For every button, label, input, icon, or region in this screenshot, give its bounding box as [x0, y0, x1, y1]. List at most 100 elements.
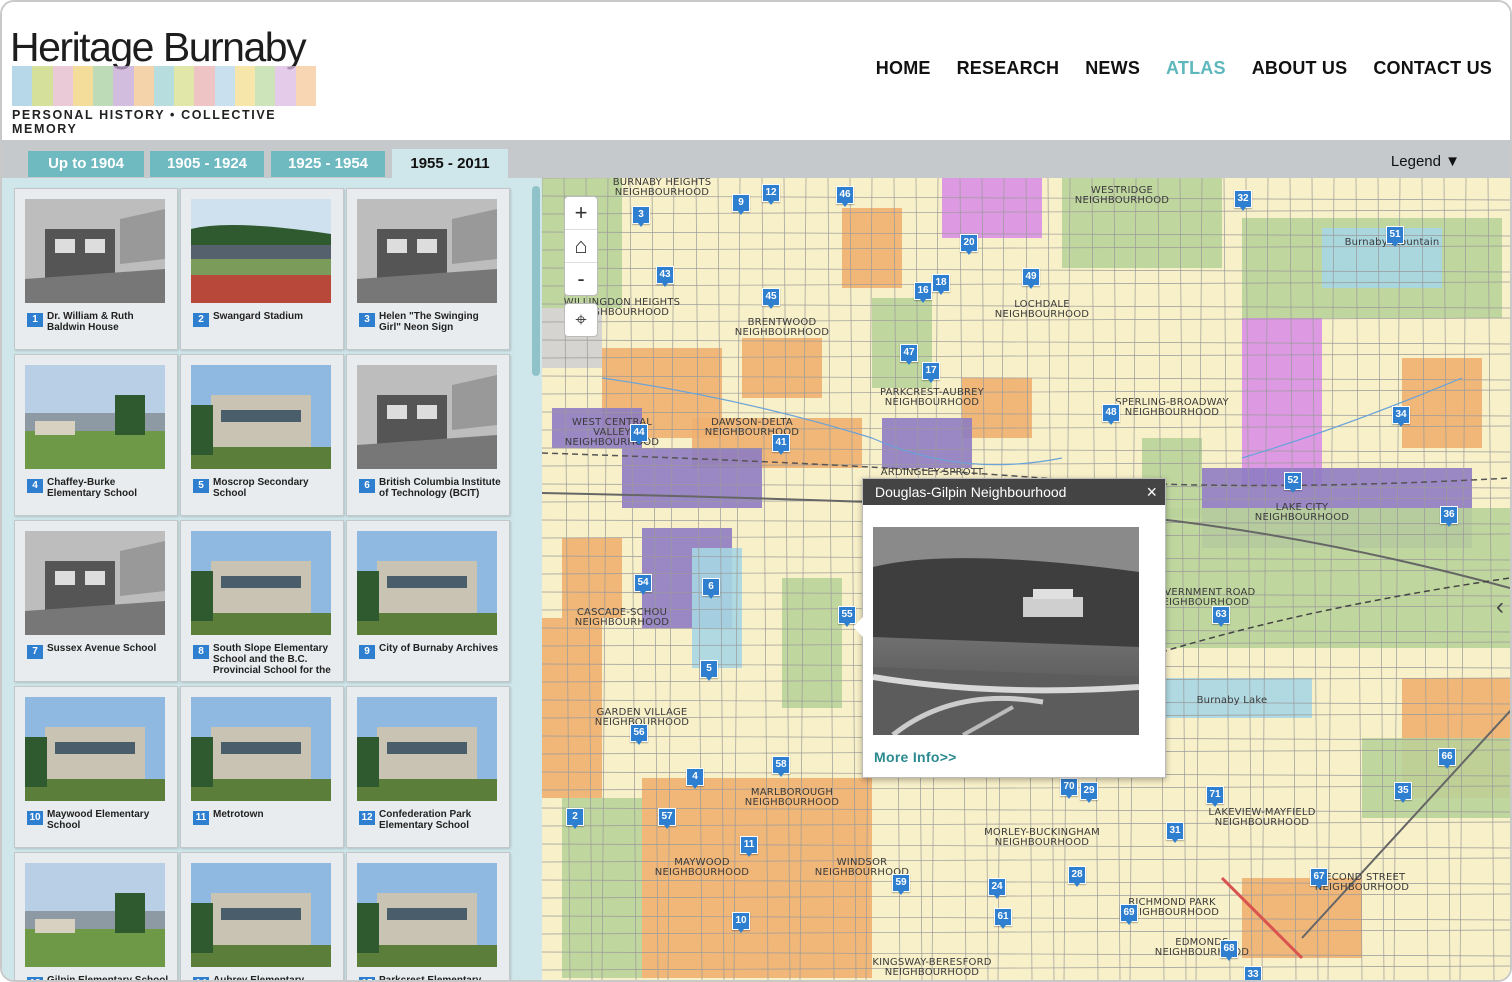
map-neighbourhood-label: LAKEVIEW-MAYFIELD NEIGHBOURHOOD	[1208, 807, 1316, 828]
map-marker-pin[interactable]: 34	[1392, 406, 1410, 427]
map-marker-pin[interactable]: 32	[1234, 190, 1252, 211]
chevron-left-icon[interactable]: ‹	[1496, 592, 1510, 622]
map-marker-pin[interactable]: 69	[1120, 904, 1138, 925]
map-marker-pin[interactable]: 36	[1440, 506, 1458, 527]
nav-contact-us[interactable]: CONTACT US	[1373, 58, 1492, 79]
map-marker-pin[interactable]: 3	[632, 206, 650, 227]
place-card[interactable]: 3 Helen "The Swinging Girl" Neon Sign	[346, 188, 510, 350]
more-info-link[interactable]: More Info>>	[874, 749, 957, 765]
tab-up-to-1904[interactable]: Up to 1904	[28, 151, 144, 177]
tab-1925-1954[interactable]: 1925 - 1954	[271, 151, 385, 177]
place-card[interactable]: 7 Sussex Avenue School	[14, 520, 178, 682]
map-marker-pin[interactable]: 49	[1022, 268, 1040, 289]
place-photo	[357, 697, 497, 801]
map-marker-pin[interactable]: 18	[932, 274, 950, 295]
place-card[interactable]: 1 Dr. William & Ruth Baldwin House	[14, 188, 178, 350]
map-marker-pin[interactable]: 12	[762, 184, 780, 205]
place-card[interactable]: 9 City of Burnaby Archives	[346, 520, 510, 682]
map-marker-pin[interactable]: 48	[1102, 404, 1120, 425]
map-marker-pin[interactable]: 56	[630, 724, 648, 745]
place-card[interactable]: 8 South Slope Elementary School and the B…	[180, 520, 344, 682]
map-marker-pin[interactable]: 58	[772, 756, 790, 777]
map-marker-pin[interactable]: 24	[988, 878, 1006, 899]
place-photo	[25, 199, 165, 303]
place-name: Helen "The Swinging Girl" Neon Sign	[379, 311, 479, 333]
map-marker-pin[interactable]: 4	[686, 768, 704, 789]
map-marker-pin[interactable]: 10	[732, 912, 750, 933]
map-marker-pin[interactable]: 43	[656, 266, 674, 287]
map-neighbourhood-label: Burnaby Lake	[1196, 695, 1268, 706]
map-marker-pin[interactable]: 51	[1386, 226, 1404, 247]
map-marker-pin[interactable]: 44	[630, 424, 648, 445]
place-number: 4	[27, 479, 43, 493]
nav-home[interactable]: HOME	[876, 58, 931, 79]
map-neighbourhood-label: KINGSWAY-BERESFORD NEIGHBOURHOOD	[872, 957, 992, 978]
map-marker-pin[interactable]: 59	[892, 874, 910, 895]
map-marker-pin[interactable]: 66	[1438, 748, 1456, 769]
map-marker-pin[interactable]: 35	[1394, 782, 1412, 803]
place-card[interactable]: 12 Confederation Park Elementary School	[346, 686, 510, 848]
map-marker-pin[interactable]: 5	[700, 660, 718, 681]
zoom-in-button[interactable]: +	[565, 197, 597, 230]
map-marker-pin[interactable]: 29	[1080, 782, 1098, 803]
map-marker-pin[interactable]: 6	[702, 578, 720, 599]
map-marker-pin[interactable]: 67	[1310, 868, 1328, 889]
place-card[interactable]: 6 British Columbia Institute of Technolog…	[346, 354, 510, 516]
map-neighbourhood-label: PARKCREST-AUBREY NEIGHBOURHOOD	[880, 387, 984, 408]
place-card[interactable]: 15 Parkcrest Elementary	[346, 852, 510, 980]
zoom-out-button[interactable]: -	[565, 263, 597, 295]
map-marker-pin[interactable]: 45	[762, 288, 780, 309]
map-marker-pin[interactable]: 20	[960, 234, 978, 255]
home-button[interactable]: ⌂	[565, 230, 597, 263]
map-marker-pin[interactable]: 47	[900, 344, 918, 365]
map-neighbourhood-label: BRENTWOOD NEIGHBOURHOOD	[734, 317, 830, 338]
tab-1905-1924[interactable]: 1905 - 1924	[150, 151, 264, 177]
site-logo[interactable]: Heritage Burnaby PERSONAL HISTORY • COLL…	[10, 24, 320, 136]
nav-research[interactable]: RESEARCH	[957, 58, 1060, 79]
locate-icon[interactable]: ⌖	[564, 303, 598, 337]
map-marker-pin[interactable]: 33	[1244, 966, 1262, 980]
place-name: Parkcrest Elementary	[379, 975, 503, 980]
map-marker-pin[interactable]: 57	[658, 808, 676, 829]
panel-scrollbar[interactable]	[532, 186, 540, 376]
nav-atlas[interactable]: ATLAS	[1166, 58, 1226, 79]
popup-pointer	[853, 617, 863, 637]
map-marker-pin[interactable]: 28	[1068, 866, 1086, 887]
map-marker-pin[interactable]: 17	[922, 362, 940, 383]
map-marker-pin[interactable]: 16	[914, 282, 932, 303]
tab-1955-2011[interactable]: 1955 - 2011	[392, 149, 508, 178]
map-neighbourhood-label: DAWSON-DELTA NEIGHBOURHOOD	[704, 417, 800, 438]
place-card[interactable]: 10 Maywood Elementary School	[14, 686, 178, 848]
map-marker-pin[interactable]: 41	[772, 434, 790, 455]
place-card[interactable]: 13 Gilpin Elementary School	[14, 852, 178, 980]
map-marker-pin[interactable]: 61	[994, 908, 1012, 929]
logo-tagline: PERSONAL HISTORY • COLLECTIVE MEMORY	[12, 108, 277, 136]
place-number: 11	[193, 811, 209, 825]
place-number: 6	[359, 479, 375, 493]
map-neighbourhood-label: SPERLING-BROADWAY NEIGHBOURHOOD	[1115, 397, 1229, 418]
place-number: 10	[27, 811, 43, 825]
map-marker-pin[interactable]: 46	[836, 186, 854, 207]
map-marker-pin[interactable]: 11	[740, 836, 758, 857]
map-marker-pin[interactable]: 68	[1220, 940, 1238, 961]
map-marker-pin[interactable]: 71	[1206, 786, 1224, 807]
place-card[interactable]: 4 Chaffey-Burke Elementary School	[14, 354, 178, 516]
map-marker-pin[interactable]: 2	[566, 808, 584, 829]
map-marker-pin[interactable]: 31	[1166, 822, 1184, 843]
place-card[interactable]: 2 Swangard Stadium	[180, 188, 344, 350]
place-card[interactable]: 14 Aubrey Elementary	[180, 852, 344, 980]
map-marker-pin[interactable]: 70	[1060, 778, 1078, 799]
nav-about-us[interactable]: ABOUT US	[1252, 58, 1348, 79]
nav-news[interactable]: NEWS	[1085, 58, 1140, 79]
map-marker-pin[interactable]: 63	[1212, 606, 1230, 627]
place-number: 14	[193, 977, 209, 980]
place-card[interactable]: 5 Moscrop Secondary School	[180, 354, 344, 516]
place-card[interactable]: 11 Metrotown	[180, 686, 344, 848]
map-marker-pin[interactable]: 54	[634, 574, 652, 595]
close-icon[interactable]: ×	[1146, 481, 1157, 503]
map-marker-pin[interactable]: 52	[1284, 472, 1302, 493]
map-marker-pin[interactable]: 9	[732, 194, 750, 215]
place-number: 5	[193, 479, 209, 493]
legend-toggle[interactable]: Legend ▼	[1391, 153, 1460, 170]
map-neighbourhood-label: BURNABY HEIGHTS NEIGHBOURHOOD	[612, 178, 712, 198]
